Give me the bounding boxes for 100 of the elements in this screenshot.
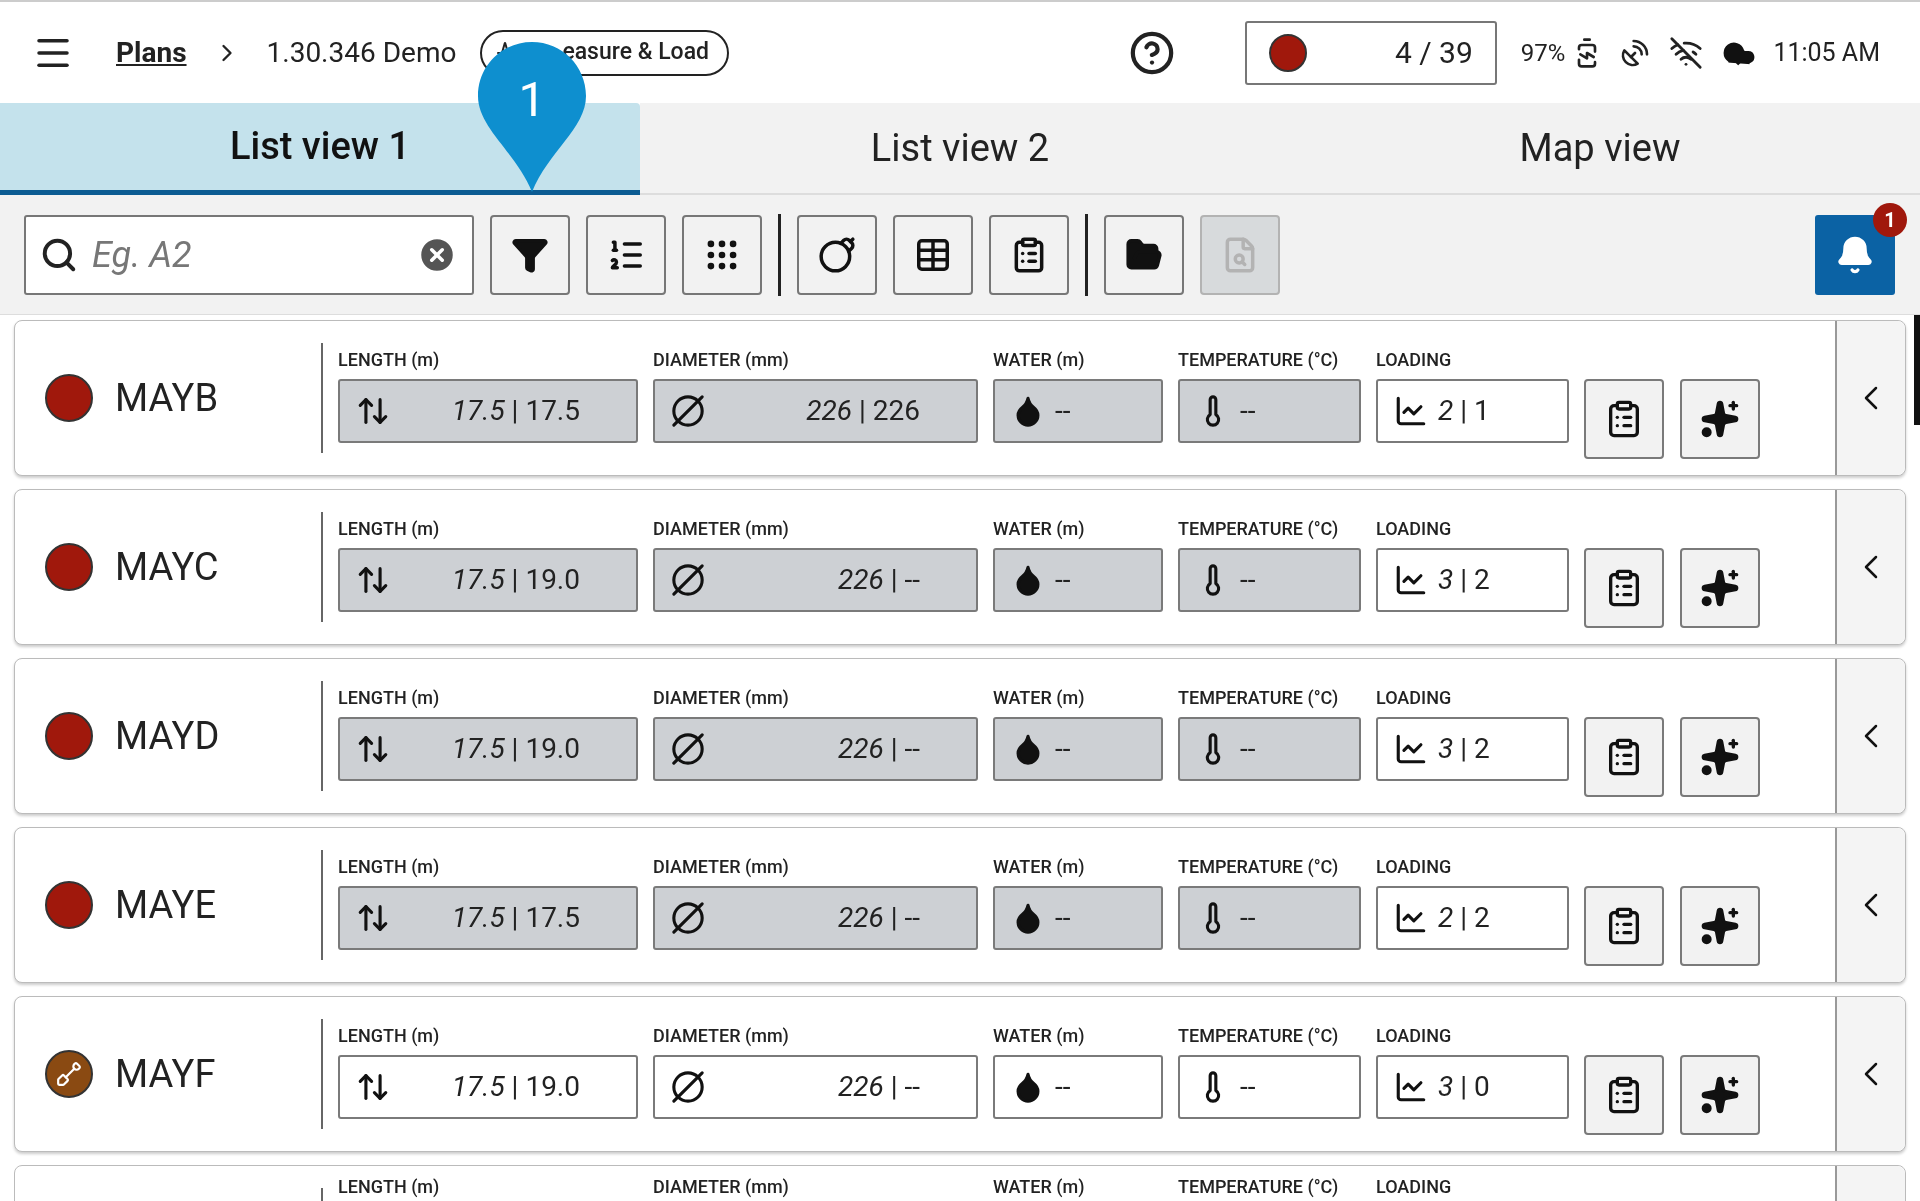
field-label: LENGTH (m): [338, 1025, 441, 1047]
value-field[interactable]: --: [993, 1055, 1163, 1119]
value-field[interactable]: 226 | 226: [653, 379, 978, 443]
plan-row-card[interactable]: MAYB LENGTH (m) 17.5 | 17.5 DIAMETER (mm) 226 | 226 WATER (m) -- TEMPERATURE (°C) -- LOADING 2 | 1: [14, 320, 1906, 476]
field-label: DIAMETER (mm): [653, 1176, 790, 1199]
row-name: MAYC: [115, 543, 219, 591]
scrollbar[interactable]: [1914, 315, 1920, 425]
value-field[interactable]: --: [1178, 1055, 1361, 1119]
field-label: LOADING: [1376, 1025, 1453, 1047]
alert-button[interactable]: [1680, 717, 1760, 797]
expand-handle[interactable]: [1835, 997, 1905, 1151]
alert-button[interactable]: [1680, 548, 1760, 628]
notifications-button[interactable]: [1815, 214, 1895, 295]
field-label: WATER (m): [993, 1176, 1086, 1199]
toolbar-button[interactable]: [586, 214, 666, 295]
toolbar-button[interactable]: [989, 214, 1069, 295]
value-field[interactable]: 226 | --: [653, 1055, 978, 1119]
value-field[interactable]: 17.5 | 17.5: [338, 379, 638, 443]
burst-icon: [1700, 399, 1740, 439]
value-field[interactable]: --: [993, 379, 1163, 443]
value-field[interactable]: 226 | --: [653, 717, 978, 781]
field-label: LOADING: [1376, 687, 1453, 709]
value-field[interactable]: 3 | 2: [1376, 548, 1569, 612]
value-field[interactable]: 2 | 2: [1376, 886, 1569, 950]
progress-counter[interactable]: 4 / 39: [1244, 20, 1497, 85]
loading-chart-icon: [1394, 1070, 1428, 1104]
wifi-off-icon: [1669, 35, 1704, 70]
notes-button[interactable]: [1584, 886, 1664, 966]
field-label: LENGTH (m): [338, 518, 441, 540]
breadcrumb-link[interactable]: Plans: [116, 31, 187, 74]
toolbar-button[interactable]: [1104, 214, 1184, 295]
search-field[interactable]: Eg. A2: [92, 227, 402, 282]
value-field[interactable]: 226 | --: [653, 548, 978, 612]
value-field[interactable]: --: [993, 717, 1163, 781]
toolbar-button[interactable]: [797, 214, 877, 295]
loading-chart-icon: [1394, 732, 1428, 766]
value-field[interactable]: 226 | --: [653, 886, 978, 950]
clock-time: 11:05 AM: [1773, 36, 1880, 69]
field-value: --: [1055, 900, 1071, 936]
toolbar-button[interactable]: [893, 214, 973, 295]
toolbar-button[interactable]: [682, 214, 762, 295]
field-value: 3 | 2: [1438, 731, 1490, 767]
field-label: WATER (m): [993, 1025, 1086, 1047]
field-value: 226 | --: [838, 1069, 920, 1105]
value-field[interactable]: --: [1178, 379, 1361, 443]
value-field[interactable]: 17.5 | 19.0: [338, 717, 638, 781]
field-value: --: [1240, 562, 1256, 598]
value-field[interactable]: --: [993, 886, 1163, 950]
alert-button[interactable]: [1680, 379, 1760, 459]
row-name: MAYE: [115, 881, 216, 929]
search-box[interactable]: Eg. A2: [24, 214, 474, 295]
diameter-icon: [671, 901, 705, 935]
value-field[interactable]: --: [1178, 886, 1361, 950]
expand-handle[interactable]: [1835, 659, 1905, 813]
value-field[interactable]: 3 | 2: [1376, 717, 1569, 781]
field-label: TEMPERATURE (°C): [1178, 1176, 1340, 1199]
value-field[interactable]: --: [1178, 717, 1361, 781]
plan-row-card[interactable]: MAYC LENGTH (m) 17.5 | 19.0 DIAMETER (mm) 226 | -- WATER (m) -- TEMPERATURE (°C) -- LOADING 3 | 2: [14, 489, 1906, 645]
field-value: 2 | 2: [1438, 900, 1490, 936]
value-field[interactable]: 17.5 | 17.5: [338, 886, 638, 950]
alert-button[interactable]: [1680, 886, 1760, 966]
value-field[interactable]: 17.5 | 19.0: [338, 548, 638, 612]
field-value: 17.5 | 17.5: [451, 900, 580, 936]
value-field[interactable]: 17.5 | 19.0: [338, 1055, 638, 1119]
notes-button[interactable]: [1584, 717, 1664, 797]
counter-text: 4 / 39: [1395, 34, 1473, 72]
field-label: DIAMETER (mm): [653, 856, 790, 878]
alert-button[interactable]: [1680, 1055, 1760, 1135]
field-value: 226 | --: [838, 562, 920, 598]
value-field[interactable]: 2 | 1: [1376, 379, 1569, 443]
row-name: MAYB: [115, 374, 219, 422]
expand-handle[interactable]: [1835, 321, 1905, 475]
value-field[interactable]: --: [1178, 548, 1361, 612]
plan-row-card[interactable]: LENGTH (m) DIAMETER (mm) WATER (m) TEMPERATURE (°C) LOADING: [14, 1165, 1906, 1201]
notes-button[interactable]: [1584, 1055, 1664, 1135]
field-value: 226 | 226: [806, 393, 920, 429]
view-tab[interactable]: List view 2: [640, 103, 1280, 195]
toolbar-button[interactable]: [490, 214, 570, 295]
field-label: LENGTH (m): [338, 856, 441, 878]
bomb-icon: [818, 235, 856, 274]
row-name: MAYF: [115, 1050, 216, 1098]
plan-row-card[interactable]: MAYF LENGTH (m) 17.5 | 19.0 DIAMETER (mm) 226 | -- WATER (m) -- TEMPERATURE (°C) -- LOADING 3 | 0: [14, 996, 1906, 1152]
value-field[interactable]: 3 | 0: [1376, 1055, 1569, 1119]
field-value: --: [1055, 731, 1071, 767]
plan-row-card[interactable]: MAYE LENGTH (m) 17.5 | 17.5 DIAMETER (mm) 226 | -- WATER (m) -- TEMPERATURE (°C) -- LOADING 2 | 2: [14, 827, 1906, 983]
field-label: LENGTH (m): [338, 687, 441, 709]
value-field[interactable]: --: [993, 548, 1163, 612]
battery-percent: 97%: [1520, 37, 1566, 69]
diameter-icon: [671, 1070, 705, 1104]
view-tab[interactable]: Map view: [1280, 103, 1920, 195]
expand-handle[interactable]: [1835, 828, 1905, 982]
field-label: TEMPERATURE (°C): [1178, 1025, 1340, 1047]
notes-button[interactable]: [1584, 548, 1664, 628]
help-icon[interactable]: [1128, 29, 1175, 76]
plan-row-card[interactable]: MAYD LENGTH (m) 17.5 | 19.0 DIAMETER (mm) 226 | -- WATER (m) -- TEMPERATURE (°C) -- LOADING 3 | 2: [14, 658, 1906, 814]
notes-button[interactable]: [1584, 379, 1664, 459]
field-value: 3 | 2: [1438, 562, 1490, 598]
expand-handle[interactable]: [1835, 490, 1905, 644]
field-label: WATER (m): [993, 349, 1086, 371]
field-label: LOADING: [1376, 1176, 1453, 1199]
